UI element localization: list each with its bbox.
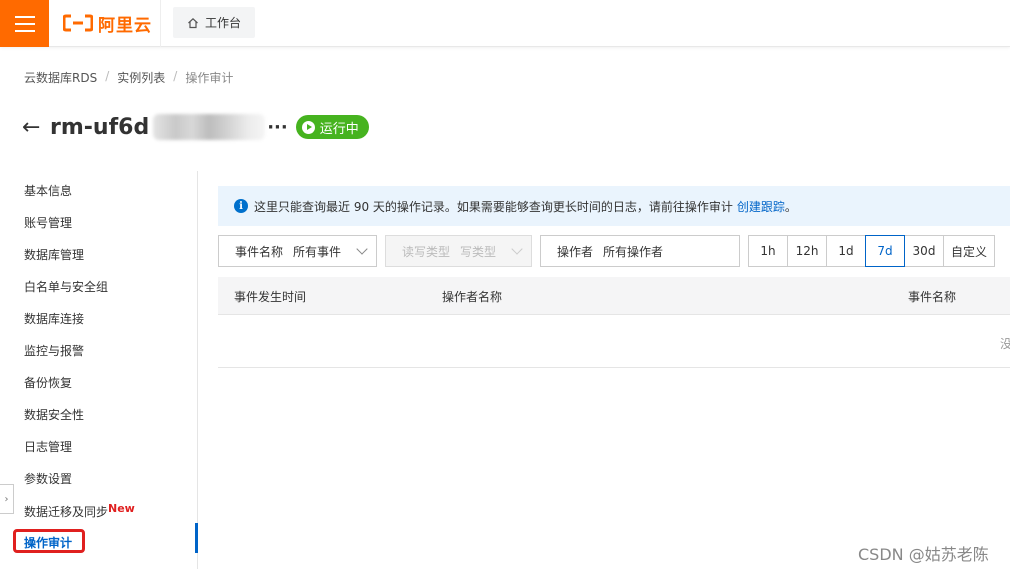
breadcrumb-current: 操作审计	[185, 71, 234, 85]
active-indicator	[195, 523, 198, 553]
workbench-button[interactable]: 工作台	[173, 7, 255, 38]
home-icon	[188, 17, 198, 28]
sidebar-item-audit[interactable]: 操作审计	[24, 534, 72, 551]
aliyun-logo-icon	[63, 14, 93, 32]
aliyun-logo[interactable]: 阿里云	[63, 12, 152, 36]
breadcrumb-separator: /	[105, 69, 110, 83]
status-badge: 运行中	[295, 115, 369, 139]
sidebar-item-whitelist[interactable]: 白名单与安全组	[24, 278, 108, 295]
range-12h-button[interactable]: 12h	[787, 235, 827, 267]
notice-suffix: 。	[784, 199, 797, 214]
breadcrumb-instances[interactable]: 实例列表	[117, 69, 165, 86]
operator-label: 操作者	[557, 244, 594, 259]
breadcrumb: 云数据库RDS / 实例列表 / 操作审计	[24, 69, 233, 86]
sidebar-item-connection[interactable]: 数据库连接	[24, 310, 84, 327]
rw-type-select[interactable]: 读写类型 写类型	[385, 235, 532, 267]
operator-value: 所有操作者	[603, 244, 664, 259]
column-header-operator: 操作者名称	[442, 290, 503, 304]
sidebar-item-backup[interactable]: 备份恢复	[24, 374, 72, 391]
status-text: 运行中	[319, 121, 359, 137]
info-notice: i 这里只能查询最近 90 天的操作记录。如果需要能够查询更长时间的日志，请前往…	[218, 186, 1010, 226]
event-name-label: 事件名称	[235, 244, 284, 259]
sidebar-item-accounts[interactable]: 账号管理	[24, 214, 72, 231]
sidebar-item-databases[interactable]: 数据库管理	[24, 246, 84, 263]
notice-text: 这里只能查询最近 90 天的操作记录。如果需要能够查询更长时间的日志，请前往操作…	[254, 199, 733, 214]
event-name-value: 所有事件	[293, 244, 342, 259]
range-custom-button[interactable]: 自定义	[943, 235, 995, 267]
sidebar-item-logs[interactable]: 日志管理	[24, 438, 72, 455]
table-empty-text: 没	[1000, 337, 1010, 351]
chevron-down-icon	[356, 243, 368, 255]
rw-type-value: 写类型	[460, 244, 497, 259]
sidebar-item-label: 数据迁移及同步	[24, 505, 109, 519]
operator-input[interactable]: 操作者 所有操作者	[540, 235, 740, 267]
menu-icon[interactable]	[0, 0, 49, 47]
rw-type-label: 读写类型	[402, 244, 451, 259]
range-1h-button[interactable]: 1h	[748, 235, 788, 267]
table-bottom-border	[218, 367, 1010, 368]
instance-name: rm-uf6d	[50, 114, 150, 140]
logo-text: 阿里云	[98, 15, 152, 36]
column-header-time: 事件发生时间	[234, 290, 307, 304]
watermark: CSDN @姑苏老陈	[858, 545, 989, 564]
sidebar-item-monitoring[interactable]: 监控与报警	[24, 342, 84, 359]
range-30d-button[interactable]: 30d	[904, 235, 944, 267]
sidebar-item-basic-info[interactable]: 基本信息	[24, 182, 72, 199]
table-header: 事件发生时间 操作者名称 事件名称	[218, 277, 1010, 315]
chevron-down-icon	[511, 243, 523, 255]
page-title-row: ← rm-uf6d ··· 运行中	[22, 111, 369, 143]
column-header-event: 事件名称	[908, 290, 957, 304]
range-1d-button[interactable]: 1d	[826, 235, 866, 267]
sidebar-item-security[interactable]: 数据安全性	[24, 406, 84, 423]
new-badge: New	[108, 502, 135, 515]
workbench-label: 工作台	[204, 16, 241, 30]
top-bar: 阿里云 工作台	[0, 0, 1010, 47]
play-icon	[301, 120, 315, 134]
collapse-sidebar-icon[interactable]: ›	[0, 484, 14, 514]
sidebar-item-migration[interactable]: 数据迁移及同步New	[24, 502, 135, 520]
create-trail-link[interactable]: 创建跟踪	[737, 198, 785, 215]
range-7d-button[interactable]: 7d	[865, 235, 905, 267]
event-name-select[interactable]: 事件名称 所有事件	[218, 235, 377, 267]
time-range-group: 1h 12h 1d 7d 30d 自定义	[748, 235, 995, 267]
redacted-blur	[153, 114, 266, 140]
topbar-divider	[160, 0, 161, 47]
instance-name-ellipsis: ···	[267, 116, 288, 138]
sidebar-item-parameters[interactable]: 参数设置	[24, 470, 72, 487]
breadcrumb-rds[interactable]: 云数据库RDS	[24, 69, 97, 86]
info-icon: i	[234, 199, 248, 213]
breadcrumb-separator: /	[173, 69, 178, 83]
back-arrow-icon[interactable]: ←	[22, 115, 50, 140]
